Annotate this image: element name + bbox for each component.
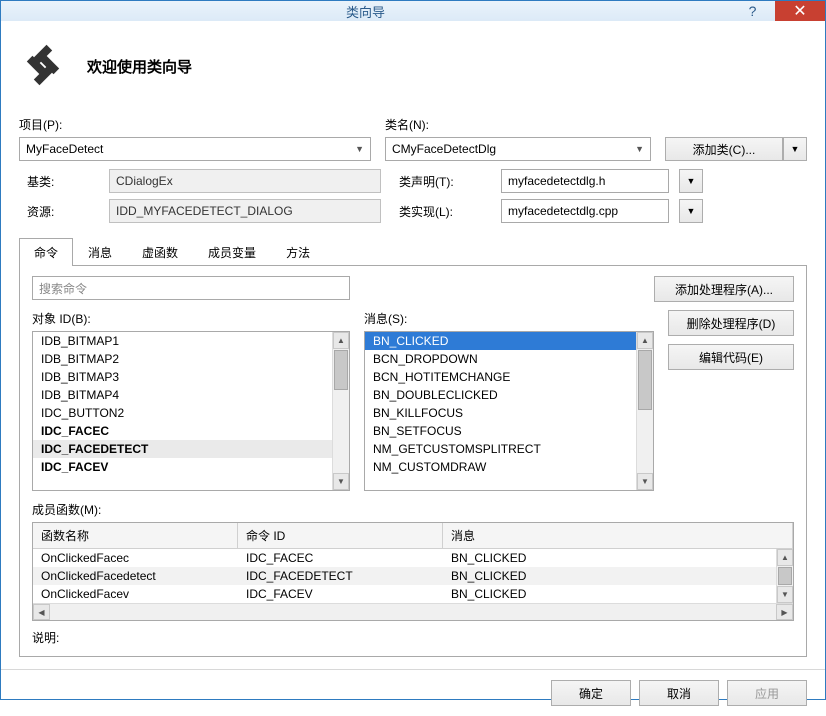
add-class-dropdown[interactable]: ▼ <box>783 137 807 161</box>
search-input[interactable]: 搜索命令 <box>32 276 350 300</box>
list-item[interactable]: IDB_BITMAP2 <box>33 350 332 368</box>
scroll-up-icon[interactable]: ▲ <box>333 332 349 349</box>
decl-label: 类声明(T): <box>391 173 491 190</box>
list-item[interactable]: IDC_FACEDETECT <box>33 440 332 458</box>
list-item[interactable]: IDB_BITMAP3 <box>33 368 332 386</box>
tab-commands[interactable]: 命令 <box>19 238 73 266</box>
list-item[interactable]: BN_KILLFOCUS <box>365 404 636 422</box>
chevron-down-icon: ▼ <box>791 144 800 154</box>
project-combo[interactable]: MyFaceDetect ▼ <box>19 137 371 161</box>
scrollbar[interactable]: ▲ ▼ <box>636 332 653 490</box>
chevron-down-icon: ▼ <box>635 144 644 154</box>
add-class-button[interactable]: 添加类(C)... <box>665 137 783 161</box>
scroll-down-icon[interactable]: ▼ <box>637 473 653 490</box>
list-item[interactable]: IDC_BUTTON2 <box>33 404 332 422</box>
help-button[interactable]: ? <box>730 1 775 21</box>
resource-field: IDD_MYFACEDETECT_DIALOG <box>109 199 381 223</box>
cancel-button[interactable]: 取消 <box>639 680 719 706</box>
members-label: 成员函数(M): <box>32 501 794 518</box>
tabs: 命令 消息 虚函数 成员变量 方法 <box>19 237 807 266</box>
impl-label: 类实现(L): <box>391 203 491 220</box>
list-item[interactable]: IDB_BITMAP4 <box>33 386 332 404</box>
th-function[interactable]: 函数名称 <box>33 523 238 548</box>
th-command[interactable]: 命令 ID <box>238 523 443 548</box>
impl-dropdown[interactable]: ▼ <box>679 199 703 223</box>
add-handler-button[interactable]: 添加处理程序(A)... <box>654 276 794 302</box>
header-title: 欢迎使用类向导 <box>87 56 192 77</box>
project-label: 项目(P): <box>19 116 371 133</box>
ok-button[interactable]: 确定 <box>551 680 631 706</box>
tab-member-vars[interactable]: 成员变量 <box>193 238 271 266</box>
close-icon: ✕ <box>793 1 806 21</box>
close-button[interactable]: ✕ <box>775 1 825 21</box>
chevron-down-icon: ▼ <box>687 206 696 216</box>
class-wizard-window: 类向导 ? ✕ 欢迎使用类向导 项目(P): MyFaceDetect ▼ <box>0 0 826 700</box>
list-item[interactable]: BN_SETFOCUS <box>365 422 636 440</box>
objects-label: 对象 ID(B): <box>32 310 350 327</box>
resource-label: 资源: <box>19 203 99 220</box>
scroll-thumb[interactable] <box>334 350 348 390</box>
members-table: 函数名称 命令 ID 消息 OnClickedFacecIDC_FACECBN_… <box>32 522 794 621</box>
edit-code-button[interactable]: 编辑代码(E) <box>668 344 794 370</box>
list-item[interactable]: NM_CUSTOMDRAW <box>365 458 636 476</box>
window-title: 类向导 <box>1 2 730 21</box>
table-row[interactable]: OnClickedFacecIDC_FACECBN_CLICKED <box>33 549 776 567</box>
h-scrollbar[interactable]: ◀ ▶ <box>33 603 793 620</box>
list-item[interactable]: BCN_DROPDOWN <box>365 350 636 368</box>
tab-virtual[interactable]: 虚函数 <box>127 238 193 266</box>
list-item[interactable]: NM_GETCUSTOMSPLITRECT <box>365 440 636 458</box>
list-item[interactable]: IDC_FACEC <box>33 422 332 440</box>
wizard-icon <box>19 41 67 92</box>
list-item[interactable]: IDB_BITMAP1 <box>33 332 332 350</box>
decl-combo[interactable]: myfacedetectdlg.h <box>501 169 669 193</box>
scroll-up-icon[interactable]: ▲ <box>777 549 793 566</box>
apply-button: 应用 <box>727 680 807 706</box>
base-class-field: CDialogEx <box>109 169 381 193</box>
list-item[interactable]: BN_DOUBLECLICKED <box>365 386 636 404</box>
titlebar: 类向导 ? ✕ <box>1 1 825 21</box>
objects-listbox[interactable]: IDB_BITMAP1IDB_BITMAP2IDB_BITMAP3IDB_BIT… <box>32 331 350 491</box>
decl-dropdown[interactable]: ▼ <box>679 169 703 193</box>
list-item[interactable]: BCN_HOTITEMCHANGE <box>365 368 636 386</box>
delete-handler-button[interactable]: 删除处理程序(D) <box>668 310 794 336</box>
scroll-down-icon[interactable]: ▼ <box>777 586 793 603</box>
scroll-thumb[interactable] <box>778 567 792 585</box>
chevron-down-icon: ▼ <box>355 144 364 154</box>
chevron-down-icon: ▼ <box>687 176 696 186</box>
scroll-right-icon[interactable]: ▶ <box>776 604 793 620</box>
table-row[interactable]: OnClickedFacevIDC_FACEVBN_CLICKED <box>33 585 776 603</box>
description-label: 说明: <box>32 629 794 646</box>
scroll-up-icon[interactable]: ▲ <box>637 332 653 349</box>
impl-combo[interactable]: myfacedetectdlg.cpp <box>501 199 669 223</box>
scroll-down-icon[interactable]: ▼ <box>333 473 349 490</box>
tab-methods[interactable]: 方法 <box>271 238 325 266</box>
base-class-label: 基类: <box>19 173 99 190</box>
list-item[interactable]: BN_CLICKED <box>365 332 636 350</box>
tab-messages[interactable]: 消息 <box>73 238 127 266</box>
class-combo[interactable]: CMyFaceDetectDlg ▼ <box>385 137 651 161</box>
list-item[interactable]: IDC_FACEV <box>33 458 332 476</box>
th-message[interactable]: 消息 <box>443 523 793 548</box>
messages-label: 消息(S): <box>364 310 654 327</box>
messages-listbox[interactable]: BN_CLICKEDBCN_DROPDOWNBCN_HOTITEMCHANGEB… <box>364 331 654 491</box>
scrollbar[interactable]: ▲ ▼ <box>776 549 793 603</box>
table-row[interactable]: OnClickedFacedetectIDC_FACEDETECTBN_CLIC… <box>33 567 776 585</box>
scrollbar[interactable]: ▲ ▼ <box>332 332 349 490</box>
scroll-left-icon[interactable]: ◀ <box>33 604 50 620</box>
scroll-thumb[interactable] <box>638 350 652 410</box>
class-label: 类名(N): <box>385 116 651 133</box>
